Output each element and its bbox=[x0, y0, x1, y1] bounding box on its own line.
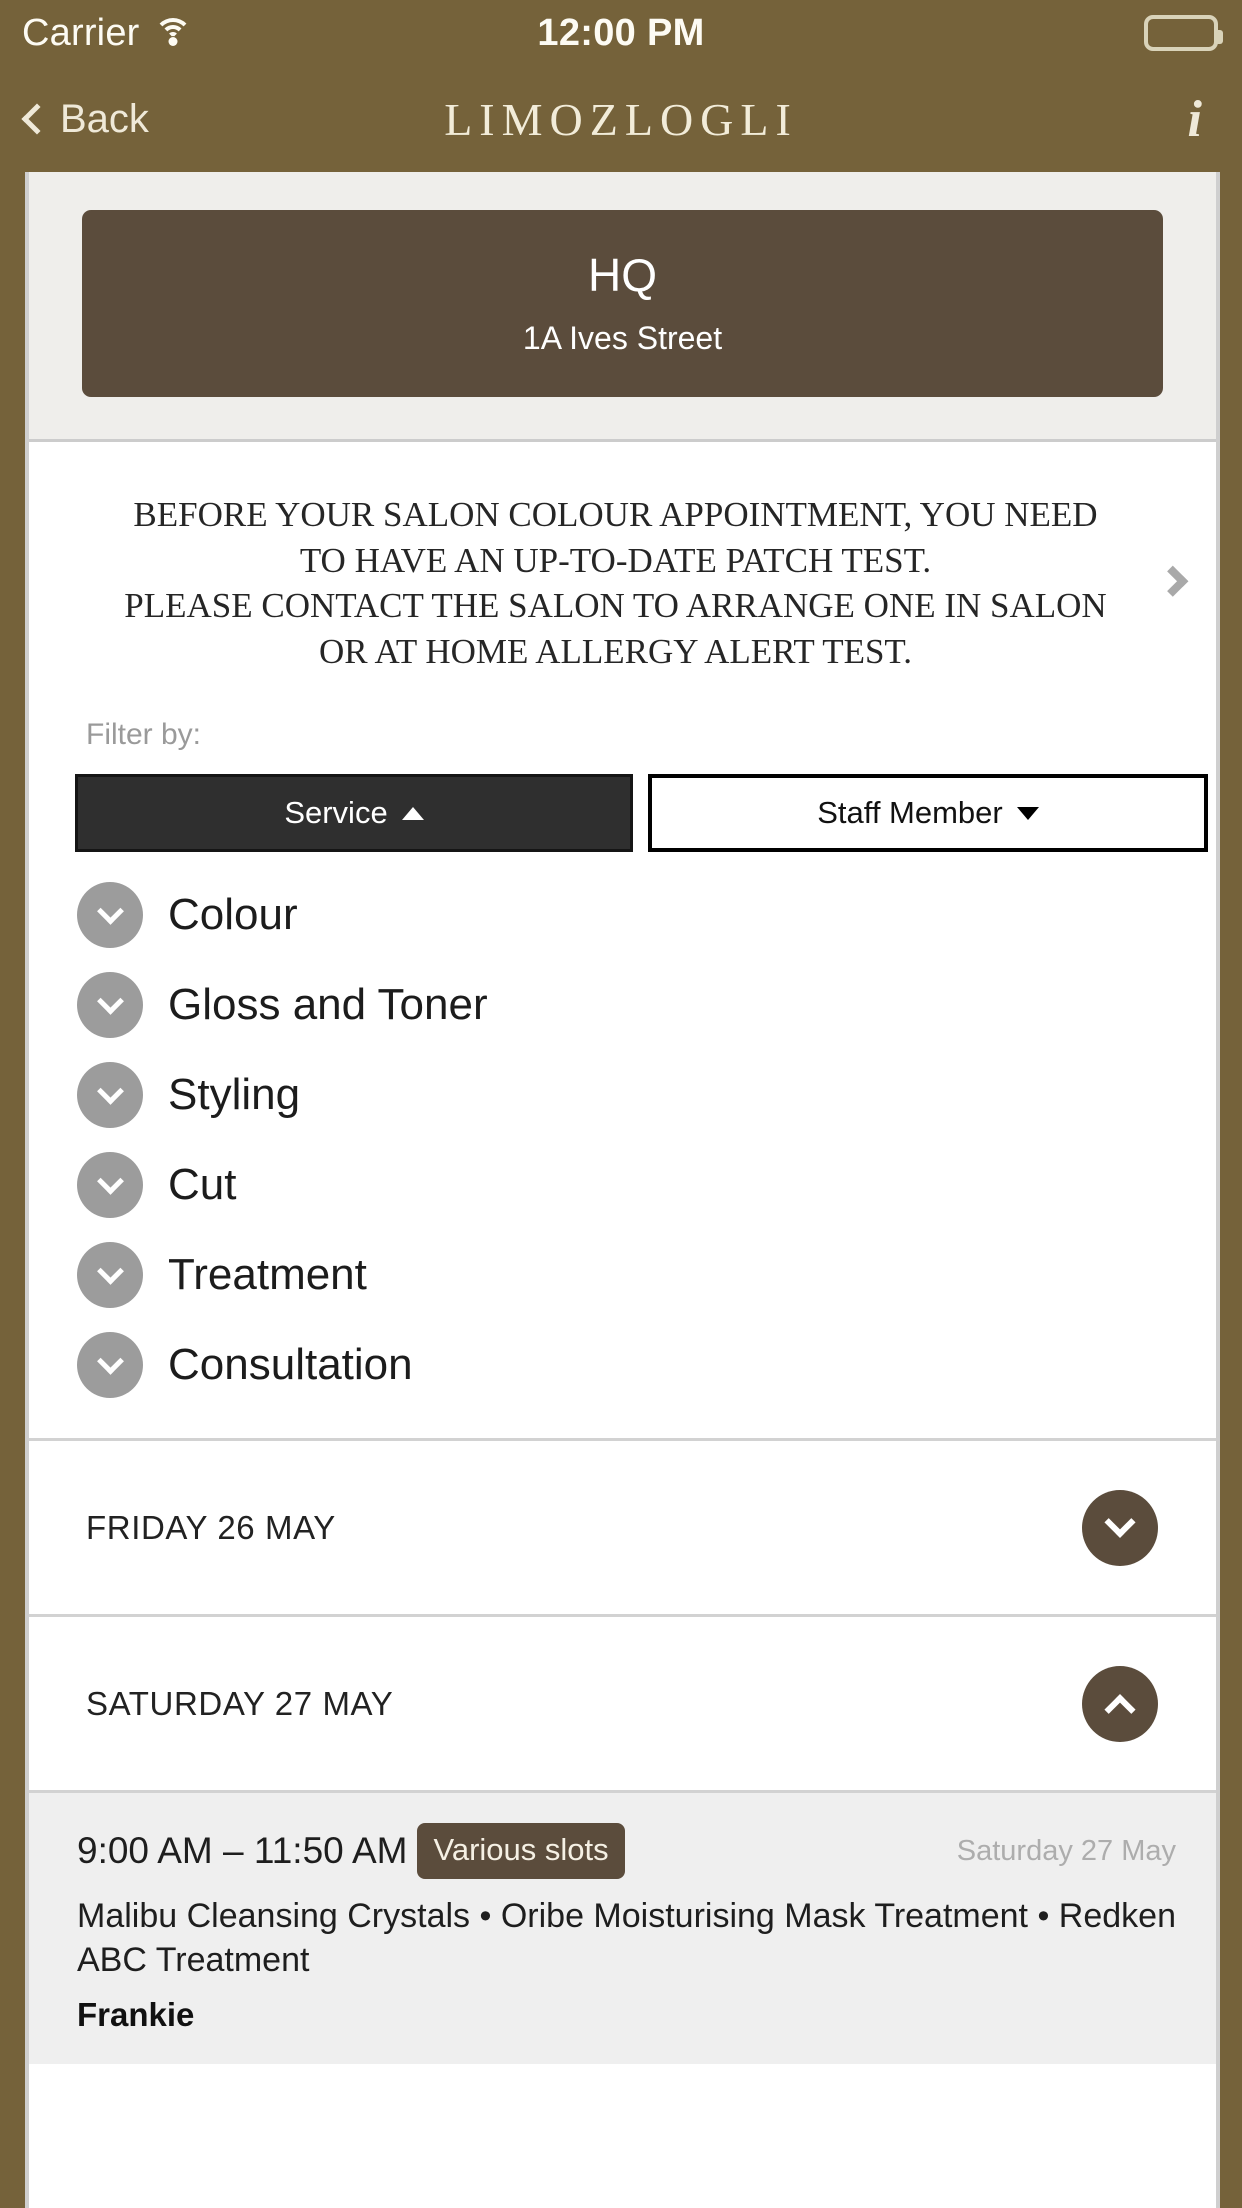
service-category-colour[interactable]: Colour bbox=[29, 870, 1216, 960]
notice-line-4: OR AT HOME ALLERGY ALERT TEST. bbox=[319, 631, 912, 671]
notice-line-1: BEFORE YOUR SALON COLOUR APPOINTMENT, YO… bbox=[133, 495, 1098, 534]
filter-section: Filter by: Service Staff Member bbox=[29, 714, 1216, 852]
appointment-row[interactable]: 9:00 AM – 11:50 AM Various slots Saturda… bbox=[29, 1793, 1216, 2065]
service-category-label: Cut bbox=[168, 1160, 237, 1209]
content-scroll-area[interactable]: HQ 1A Ives Street BEFORE YOUR SALON COLO… bbox=[25, 172, 1220, 2208]
service-category-label: Treatment bbox=[168, 1250, 367, 1299]
venue-card[interactable]: HQ 1A Ives Street bbox=[82, 210, 1163, 397]
service-category-label: Colour bbox=[168, 890, 298, 939]
chevron-down-icon[interactable] bbox=[77, 1062, 143, 1128]
status-badge: Various slots bbox=[417, 1823, 625, 1879]
service-category-treatment[interactable]: Treatment bbox=[29, 1230, 1216, 1320]
day-header-label: FRIDAY 26 MAY bbox=[86, 1508, 336, 1546]
service-category-cut[interactable]: Cut bbox=[29, 1140, 1216, 1230]
notice-line-3: PLEASE CONTACT THE SALON TO ARRANGE ONE … bbox=[124, 586, 1107, 625]
triangle-up-icon bbox=[401, 806, 424, 820]
appointment-date: Saturday 27 May bbox=[956, 1834, 1176, 1867]
chevron-down-icon[interactable] bbox=[77, 1152, 143, 1218]
chevron-down-icon[interactable] bbox=[77, 1332, 143, 1398]
venue-address: 1A Ives Street bbox=[522, 320, 723, 356]
filter-button-group: Service Staff Member bbox=[29, 774, 1216, 852]
service-category-label: Consultation bbox=[168, 1340, 413, 1389]
day-header-saturday[interactable]: SATURDAY 27 MAY bbox=[29, 1617, 1216, 1793]
status-bar: Carrier 12:00 PM bbox=[0, 0, 1242, 66]
day-header-label: SATURDAY 27 MAY bbox=[86, 1684, 394, 1722]
day-header-friday[interactable]: FRIDAY 26 MAY bbox=[29, 1441, 1216, 1617]
page-title: LIMOZLOGLI bbox=[444, 93, 798, 145]
clock-label: 12:00 PM bbox=[537, 11, 705, 54]
service-category-styling[interactable]: Styling bbox=[29, 1050, 1216, 1140]
navigation-bar: Back LIMOZLOGLI i bbox=[0, 66, 1242, 172]
service-category-gloss-and-toner[interactable]: Gloss and Toner bbox=[29, 960, 1216, 1050]
filter-tab-staff-member-label: Staff Member bbox=[817, 795, 1003, 830]
chevron-down-icon[interactable] bbox=[77, 972, 143, 1038]
patch-test-notice[interactable]: BEFORE YOUR SALON COLOUR APPOINTMENT, YO… bbox=[29, 442, 1216, 714]
appointment-services: Malibu Cleansing Crystals • Oribe Moistu… bbox=[77, 1897, 1176, 1979]
filter-tab-service-label: Service bbox=[284, 795, 388, 830]
service-category-consultation[interactable]: Consultation bbox=[29, 1320, 1216, 1410]
service-category-label: Styling bbox=[168, 1070, 301, 1119]
filter-by-label: Filter by: bbox=[86, 718, 202, 751]
chevron-down-icon[interactable] bbox=[77, 1242, 143, 1308]
notice-line-2: TO HAVE AN UP-TO-DATE PATCH TEST. bbox=[299, 540, 932, 580]
triangle-down-icon bbox=[1016, 806, 1039, 820]
chevron-up-icon[interactable] bbox=[1082, 1665, 1158, 1742]
filter-tab-staff-member[interactable]: Staff Member bbox=[648, 774, 1208, 852]
battery-full-icon bbox=[1144, 15, 1223, 51]
venue-name: HQ bbox=[588, 249, 657, 301]
service-category-label: Gloss and Toner bbox=[168, 980, 488, 1029]
chevron-down-icon[interactable] bbox=[77, 882, 143, 948]
chevron-down-icon[interactable] bbox=[1082, 1489, 1158, 1566]
phone-screen: Carrier 12:00 PM Back LIMOZLOGLI i HQ 1A… bbox=[0, 0, 1242, 2208]
service-category-list: Colour Gloss and Toner Styling Cut Treat… bbox=[29, 852, 1216, 1441]
chevron-right-icon bbox=[1157, 565, 1189, 597]
venue-section: HQ 1A Ives Street bbox=[29, 172, 1216, 442]
appointment-staff-name: Frankie bbox=[77, 1996, 195, 2034]
filter-tab-service[interactable]: Service bbox=[75, 774, 633, 852]
appointment-header: 9:00 AM – 11:50 AM Various slots Saturda… bbox=[77, 1823, 1176, 1879]
appointment-time-range: 9:00 AM – 11:50 AM bbox=[77, 1830, 408, 1871]
